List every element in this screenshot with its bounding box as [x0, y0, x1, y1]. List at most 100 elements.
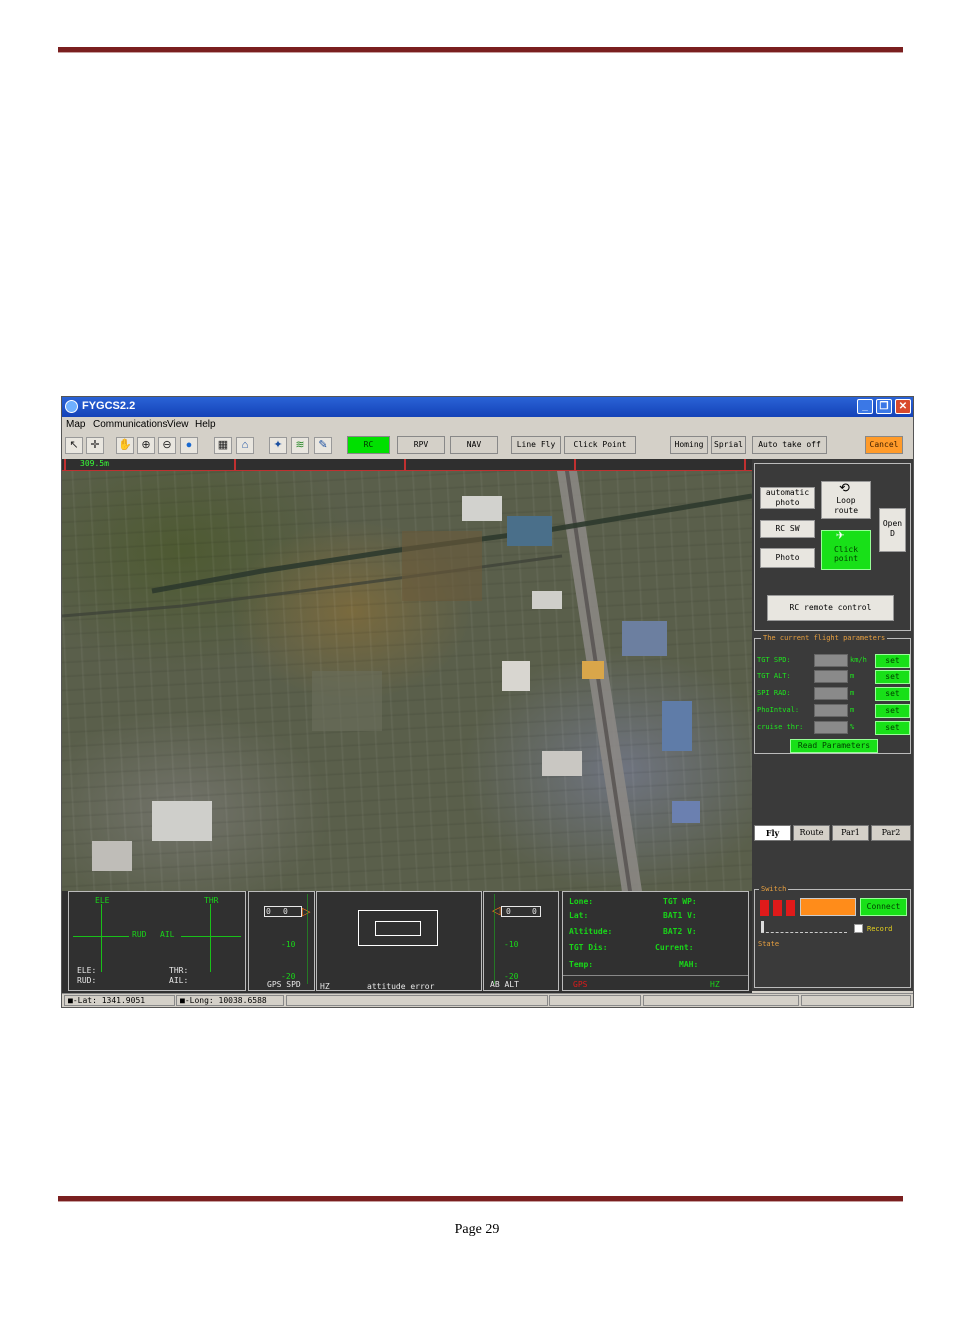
close-button[interactable]: ✕	[895, 399, 911, 414]
home-icon[interactable]: ⌂	[236, 437, 254, 454]
photo-button[interactable]: Photo	[760, 548, 815, 568]
app-window: FYGCS2.2 _ ❐ ✕ Map Communications View H…	[61, 396, 914, 1008]
param-input[interactable]	[814, 670, 848, 683]
map-features	[62, 471, 752, 891]
switch-title: Switch	[759, 885, 789, 893]
satellite-icon[interactable]: ✦	[269, 437, 287, 454]
param-input[interactable]	[814, 704, 848, 717]
zoom-out-icon[interactable]: ⊖	[158, 437, 176, 454]
rc-sw-button[interactable]: RC SW	[760, 520, 815, 538]
tab-fly[interactable]: Fly	[754, 825, 791, 841]
telemetry-bat1: BAT1 V:	[663, 911, 697, 920]
param-set-button[interactable]: set	[875, 670, 910, 684]
rud-label: RUD	[132, 930, 147, 939]
telemetry-bat2: BAT2 V:	[663, 927, 697, 936]
menu-bar: Map Communications View Help	[62, 417, 913, 433]
param-label: PhoIntval:	[757, 706, 800, 714]
flight-params-title: The current flight parameters	[761, 634, 888, 642]
telemetry-hz: HZ	[710, 980, 720, 989]
param-label: cruise thr:	[757, 723, 804, 731]
satellite-map[interactable]	[62, 471, 752, 891]
status-seg-6	[801, 995, 911, 1006]
globe-icon[interactable]: ●	[180, 437, 198, 454]
instrument-panel: ELE THR RUD AIL ELE: RUD: THR: AIL: 0 0 …	[62, 891, 752, 993]
auto-takeoff-button[interactable]: Auto take off	[752, 436, 827, 454]
pan-cross-icon[interactable]: ✛	[86, 437, 104, 454]
status-long: ■-Long: 10038.6588	[176, 995, 284, 1006]
tab-par1[interactable]: Par1	[832, 825, 869, 841]
grid-icon[interactable]: ▦	[214, 437, 232, 454]
ail-label: AIL	[160, 930, 175, 939]
thr-value: THR:	[169, 966, 189, 975]
menu-communications[interactable]: Communications	[93, 419, 167, 430]
param-label: SPI RAD:	[757, 689, 791, 697]
record-checkbox[interactable]	[854, 924, 863, 933]
param-label: TGT ALT:	[757, 672, 791, 680]
open-d-button[interactable]: Open D	[879, 508, 906, 552]
rc-remote-control-button[interactable]: RC remote control	[767, 595, 894, 621]
param-set-button[interactable]: set	[875, 654, 910, 668]
pin-icon[interactable]: ✎	[314, 437, 332, 454]
loop-route-button[interactable]: ⟲ Loop route	[821, 481, 871, 519]
menu-help[interactable]: Help	[195, 419, 216, 430]
thr-label: THR	[204, 896, 219, 905]
control-box: automatic photo ⟲ Loop route Open D RC S…	[754, 463, 911, 631]
param-input[interactable]	[814, 687, 848, 700]
menu-map[interactable]: Map	[66, 419, 85, 430]
pointer-icon[interactable]: ↖	[65, 437, 83, 454]
param-set-button[interactable]: set	[875, 687, 910, 701]
ele-label: ELE	[95, 896, 110, 905]
state-label: State	[758, 940, 780, 948]
scale-label: 309.5m	[80, 459, 109, 468]
mode-nav-button[interactable]: NAV	[450, 436, 498, 454]
status-seg-3	[286, 995, 548, 1006]
automatic-photo-button[interactable]: automatic photo	[760, 487, 815, 509]
telemetry-temp: Temp:	[569, 960, 594, 969]
mode-rc-button[interactable]: RC	[347, 436, 390, 454]
cancel-button[interactable]: Cancel	[865, 436, 903, 454]
port-select[interactable]	[800, 898, 856, 916]
line-fly-button[interactable]: Line Fly	[511, 436, 561, 454]
tab-route[interactable]: Route	[793, 825, 830, 841]
telemetry-tgt-dis: TGT Dis:	[569, 943, 608, 952]
footer-rule	[58, 1196, 903, 1202]
ail-value: AIL:	[169, 976, 189, 985]
mode-rpv-button[interactable]: RPV	[397, 436, 445, 454]
toolbar: ↖ ✛ ✋ ⊕ ⊖ ● ▦ ⌂ ✦ ≋ ✎ RC RPV NAV Line Fl…	[62, 434, 913, 458]
param-unit: m	[850, 706, 855, 714]
alt-value-b: 0	[532, 907, 537, 916]
gps-tick-1: -10	[281, 940, 296, 949]
attitude-label: attitude error	[367, 982, 435, 991]
alt-label: AB ALT	[490, 980, 519, 989]
status-seg-4	[549, 995, 641, 1006]
altitude-gauge: ◁ 0 0 -10 -20 AB ALT	[483, 891, 559, 991]
menu-view[interactable]: View	[167, 419, 189, 430]
click-point-button[interactable]: Click Point	[564, 436, 636, 454]
zoom-in-icon[interactable]: ⊕	[137, 437, 155, 454]
param-input[interactable]	[814, 721, 848, 734]
param-unit: %	[850, 723, 855, 731]
read-parameters-button[interactable]: Read Parameters	[790, 739, 878, 753]
hand-icon[interactable]: ✋	[116, 437, 134, 454]
minimize-button[interactable]: _	[857, 399, 873, 414]
param-set-button[interactable]: set	[875, 721, 910, 735]
homing-button[interactable]: Homing	[670, 436, 708, 454]
connect-button[interactable]: Connect	[860, 898, 907, 916]
title-bar: FYGCS2.2 _ ❐ ✕	[62, 397, 913, 417]
slider-thumb[interactable]	[761, 921, 764, 932]
param-input[interactable]	[814, 654, 848, 667]
sprial-button[interactable]: Sprial	[711, 436, 746, 454]
plane-icon: ✈	[836, 527, 845, 543]
scale-ruler: 309.5m	[62, 459, 752, 471]
param-set-button[interactable]: set	[875, 704, 910, 718]
restore-button[interactable]: ❐	[876, 399, 892, 414]
slider-track[interactable]	[761, 924, 847, 933]
layers-icon[interactable]: ≋	[291, 437, 309, 454]
click-point-panel-button[interactable]: ✈ Click point	[821, 527, 871, 570]
attitude-hz-label: HZ	[320, 982, 330, 991]
status-bar: ■-Lat: 1341.9051 ■-Long: 10038.6588	[62, 993, 913, 1007]
tab-par2[interactable]: Par2	[871, 825, 911, 841]
telemetry-panel: Lone: Lat: Altitude: TGT Dis: Temp: TGT …	[562, 891, 749, 991]
indicator-led-2	[773, 900, 782, 916]
telemetry-current: Current:	[655, 943, 694, 952]
